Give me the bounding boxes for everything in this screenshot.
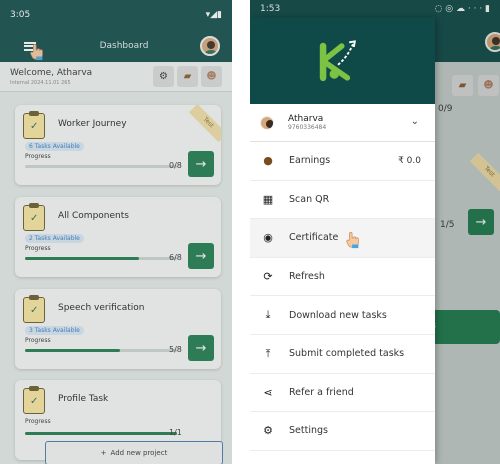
- project-name: Profile Task: [58, 394, 109, 404]
- drawer-header: [250, 18, 435, 104]
- chevron-down-icon[interactable]: ⌄: [411, 116, 419, 127]
- menu-item-download-tasks[interactable]: ⤓ Download new tasks: [250, 296, 435, 335]
- download-icon: ⤓: [265, 308, 271, 322]
- add-project-label: Add new project: [110, 449, 168, 457]
- menu-item-earnings[interactable]: ● Earnings ₹ 0.0: [250, 142, 435, 181]
- project-card-2[interactable]: Speech verification 3 Tasks Available Pr…: [15, 289, 221, 369]
- progress-fill: [25, 257, 139, 260]
- welcome-sub: Internal 2024.11.01 265: [10, 79, 71, 86]
- gear-icon[interactable]: ⚙: [153, 66, 174, 87]
- bag-icon[interactable]: ▰: [177, 66, 198, 87]
- menu-item-label: Earnings: [289, 155, 331, 167]
- gear-icon: ⚙: [263, 424, 273, 438]
- menu-item-refer-friend[interactable]: ⋖ Refer a friend: [250, 374, 435, 413]
- plus-icon: +: [100, 449, 107, 457]
- project-name: Speech verification: [58, 303, 145, 313]
- tap-hand-icon: [344, 231, 362, 249]
- clipboard-icon: [23, 111, 45, 139]
- earnings-value: ₹ 0.0: [398, 156, 421, 166]
- status-bar: 3:05 ▾◢▮: [0, 0, 232, 30]
- open-project-button[interactable]: →: [188, 243, 214, 269]
- certificate-icon: ◉: [263, 231, 273, 245]
- menu-item-label: Refer a friend: [289, 386, 354, 398]
- project-card-1[interactable]: All Components 2 Tasks Available Progres…: [15, 197, 221, 277]
- progress-fill: [25, 349, 120, 352]
- project-name: All Components: [58, 211, 129, 221]
- menu-item-label: Settings: [289, 425, 328, 437]
- menu-item-settings[interactable]: ⚙ Settings: [250, 412, 435, 451]
- app-bar: Dashboard: [0, 30, 232, 62]
- progress-fill: [25, 432, 177, 435]
- progress-bar: [25, 349, 177, 352]
- profile-icon[interactable]: ☻: [201, 66, 222, 87]
- clipboard-icon: [23, 295, 45, 323]
- user-name: Atharva: [288, 114, 324, 124]
- arrow-right-icon: →: [195, 248, 207, 264]
- project-name: Worker Journey: [58, 119, 127, 129]
- progress-count: 1/1: [169, 428, 182, 437]
- menu-item-scan-qr[interactable]: ▦ Scan QR: [250, 181, 435, 220]
- arrow-right-icon: →: [195, 340, 207, 356]
- app-logo: [319, 40, 356, 82]
- tap-hand-icon: [28, 43, 46, 61]
- menu-button[interactable]: [12, 32, 48, 61]
- test-ribbon: Test: [188, 105, 221, 143]
- tasks-badge: 3 Tasks Available: [25, 326, 84, 335]
- user-phone: 9760336484: [288, 124, 327, 131]
- tasks-badge: 6 Tasks Available: [25, 142, 84, 151]
- add-project-button[interactable]: + Add new project: [45, 441, 223, 464]
- menu-item-label: Certificate: [289, 232, 339, 244]
- progress-count: 0/8: [169, 161, 182, 170]
- open-project-button[interactable]: →: [188, 151, 214, 177]
- page-title: Dashboard: [99, 41, 149, 51]
- bag-icon: ●: [263, 154, 273, 168]
- avatar: [260, 115, 274, 130]
- project-card-0[interactable]: Worker Journey 6 Tasks Available Progres…: [15, 105, 221, 185]
- drawer-profile[interactable]: Atharva 9760336484 ⌄: [250, 104, 435, 142]
- right-phone-screen: 1:53 ◌ ◎ ☁ · · · ▮ ▰ ☻ 0/9 1/5 → ks Test: [250, 0, 500, 464]
- arrow-right-icon: →: [195, 156, 207, 172]
- menu-item-certificate[interactable]: ◉ Certificate: [250, 219, 435, 258]
- upload-icon: ⤒: [265, 346, 271, 360]
- menu-item-label: Refresh: [289, 271, 325, 283]
- refresh-icon: ⟳: [263, 270, 273, 284]
- tasks-badge: 2 Tasks Available: [25, 234, 84, 243]
- progress-count: 5/8: [169, 345, 182, 354]
- menu-item-refresh[interactable]: ⟳ Refresh: [250, 258, 435, 297]
- menu-item-label: Download new tasks: [289, 309, 387, 321]
- clipboard-icon: [23, 203, 45, 231]
- status-time: 3:05: [10, 10, 31, 20]
- progress-bar: [25, 432, 177, 435]
- menu-item-submit-tasks[interactable]: ⤒ Submit completed tasks: [250, 335, 435, 374]
- progress-label: Progress: [25, 337, 51, 344]
- avatar[interactable]: [199, 36, 220, 56]
- welcome-text: Welcome, Atharva: [10, 67, 93, 78]
- qr-icon: ▦: [262, 192, 274, 206]
- open-project-button[interactable]: →: [188, 335, 214, 361]
- menu-item-label: Scan QR: [289, 193, 330, 205]
- quick-icons: ⚙ ▰ ☻: [153, 66, 222, 87]
- menu-item-label: Submit completed tasks: [289, 348, 405, 360]
- navigation-drawer: Atharva 9760336484 ⌄ ● Earnings ₹ 0.0 ▦ …: [250, 18, 435, 464]
- progress-bar: [25, 257, 177, 260]
- progress-label: Progress: [25, 418, 51, 425]
- progress-label: Progress: [25, 153, 51, 160]
- progress-bar: [25, 165, 177, 168]
- progress-count: 6/8: [169, 253, 182, 262]
- status-icons: ▾◢▮: [205, 10, 222, 20]
- welcome-bar: Welcome, Atharva Internal 2024.11.01 265…: [0, 62, 232, 92]
- share-icon: ⋖: [263, 385, 273, 399]
- left-phone-screen: 3:05 ▾◢▮ Dashboard Welcome, Atharva Inte…: [0, 0, 232, 464]
- progress-label: Progress: [25, 245, 51, 252]
- clipboard-icon: [23, 386, 45, 414]
